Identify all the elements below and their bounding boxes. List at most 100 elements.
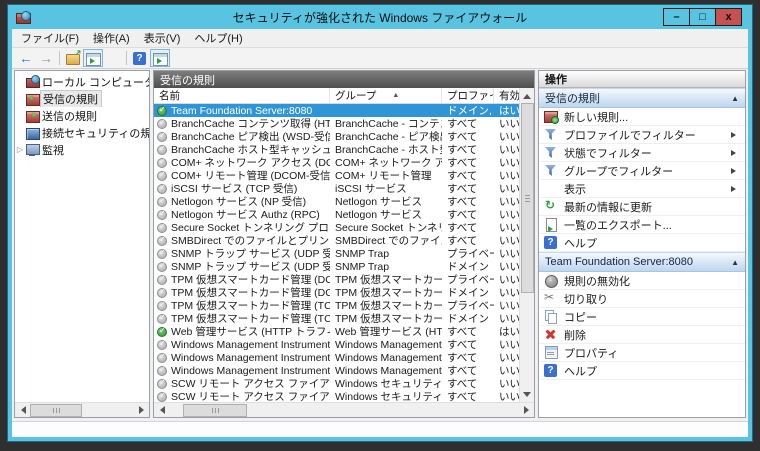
scrollbar-thumb[interactable] bbox=[30, 403, 82, 417]
action-item[interactable]: 規則の無効化 bbox=[539, 272, 745, 290]
toolbar-export-list-button[interactable] bbox=[103, 49, 123, 67]
scroll-left-icon bbox=[156, 406, 165, 414]
rule-disabled-icon bbox=[157, 274, 167, 285]
action-section-header[interactable]: 受信の規則 ▲ bbox=[539, 88, 745, 108]
console-tree-panel: ローカル コンピューター のセキュリテ 受信の規則送信の規則接続セキュリティの規… bbox=[14, 70, 150, 418]
rule-enabled-icon bbox=[157, 105, 167, 116]
toolbar-folder-up-button[interactable] bbox=[63, 49, 83, 67]
scroll-down-icon bbox=[523, 391, 531, 401]
scrollbar-thumb[interactable] bbox=[520, 103, 534, 293]
refresh-icon bbox=[544, 199, 558, 213]
tree-item-1[interactable]: 受信の規則 bbox=[15, 90, 149, 107]
action-item[interactable]: 切り取り bbox=[539, 290, 745, 308]
collapse-icon[interactable]: ▲ bbox=[731, 258, 739, 267]
menu-item-file[interactable]: ファイル(F) bbox=[14, 29, 86, 47]
action-item[interactable]: プロパティ bbox=[539, 344, 745, 362]
rule-enabled-icon bbox=[157, 326, 167, 337]
maximize-button[interactable]: □ bbox=[689, 8, 716, 26]
action-item[interactable]: ヘルプ bbox=[539, 362, 745, 380]
rule-group-cell: Web 管理サービス (HTTP) bbox=[335, 326, 442, 338]
scroll-right-button[interactable] bbox=[519, 403, 534, 418]
action-item[interactable]: 最新の情報に更新 bbox=[539, 198, 745, 216]
action-item[interactable]: 一覧のエクスポート... bbox=[539, 216, 745, 234]
action-item-label: グループでフィルター bbox=[564, 165, 674, 178]
scroll-right-button[interactable] bbox=[134, 403, 149, 418]
minimize-button[interactable]: – bbox=[663, 8, 690, 26]
rule-disabled-icon bbox=[157, 261, 167, 272]
close-button[interactable]: x bbox=[715, 8, 742, 26]
rule-disabled-icon bbox=[157, 391, 167, 402]
rule-name-cell: Windows Management Instrumentat... bbox=[154, 352, 330, 364]
export-list-icon bbox=[106, 52, 120, 65]
disable-rule-icon bbox=[544, 274, 558, 288]
scroll-left-button[interactable] bbox=[154, 403, 169, 418]
submenu-arrow-icon bbox=[731, 185, 739, 192]
console-tree-icon bbox=[86, 52, 101, 66]
collapse-icon[interactable]: ▲ bbox=[731, 94, 739, 103]
tree-item-label: 監視 bbox=[42, 144, 64, 157]
toolbar bbox=[12, 48, 748, 69]
toolbar-action-pane-button[interactable] bbox=[150, 49, 170, 67]
filter-icon bbox=[544, 128, 558, 141]
list-vertical-scrollbar[interactable] bbox=[519, 88, 534, 402]
action-item[interactable]: 新しい規則... bbox=[539, 108, 745, 126]
rule-disabled-icon bbox=[157, 183, 167, 194]
menu-item-action[interactable]: 操作(A) bbox=[86, 29, 137, 47]
toolbar-console-tree-button[interactable] bbox=[83, 49, 103, 67]
scroll-left-button[interactable] bbox=[15, 403, 30, 418]
list-horizontal-scrollbar[interactable] bbox=[154, 402, 534, 417]
tree-item-3[interactable]: 接続セキュリティの規則 bbox=[15, 124, 149, 141]
action-item[interactable]: プロファイルでフィルター bbox=[539, 126, 745, 144]
rule-disabled-icon bbox=[157, 339, 167, 350]
column-header-profile[interactable]: プロファイル bbox=[442, 88, 494, 103]
rule-name-cell: SCW リモート アクセス ファイアウォール規則 -... bbox=[154, 389, 330, 402]
action-pane-icon bbox=[153, 52, 168, 66]
scroll-right-icon bbox=[523, 406, 533, 414]
action-item[interactable]: 状態でフィルター bbox=[539, 144, 745, 162]
toolbar-separator bbox=[126, 51, 127, 65]
rule-group-cell: SNMP Trap bbox=[335, 260, 390, 273]
inbound-rules-icon bbox=[25, 93, 40, 106]
toolbar-forward-button[interactable] bbox=[36, 49, 56, 67]
action-section-title: Team Foundation Server:8080 bbox=[545, 256, 693, 268]
action-item[interactable]: グループでフィルター bbox=[539, 162, 745, 180]
expand-icon[interactable]: ▷ bbox=[15, 145, 25, 154]
title-bar[interactable]: セキュリティが強化された Windows ファイアウォール – □ x bbox=[12, 5, 748, 29]
sort-ascending-icon: ▲ bbox=[392, 92, 400, 99]
actions-panel-title: 操作 bbox=[539, 71, 745, 88]
column-header-name[interactable]: 名前 bbox=[154, 88, 330, 103]
tree-item-2[interactable]: 送信の規則 bbox=[15, 107, 149, 124]
scroll-down-button[interactable] bbox=[520, 387, 535, 402]
action-section-header[interactable]: Team Foundation Server:8080 ▲ bbox=[539, 252, 745, 272]
action-item-label: 規則の無効化 bbox=[564, 275, 630, 288]
column-header-enabled[interactable]: 有効 bbox=[494, 88, 519, 103]
action-item-label: 新しい規則... bbox=[564, 111, 629, 124]
column-header-group[interactable]: グループ ▲ bbox=[330, 88, 442, 103]
tree-horizontal-scrollbar[interactable] bbox=[15, 402, 149, 417]
toolbar-back-button[interactable] bbox=[16, 49, 36, 67]
rule-name: Web 管理サービス (HTTP トラフィック) bbox=[171, 326, 330, 338]
scroll-left-icon bbox=[17, 406, 26, 414]
actions-panel: 操作 受信の規則 ▲ 新しい規則... プロファイルでフィルター 状態でフィルターグルー… bbox=[538, 70, 746, 418]
toolbar-help-button[interactable] bbox=[130, 49, 150, 67]
submenu-arrow-icon bbox=[731, 131, 739, 138]
tree-item-4[interactable]: ▷ 監視 bbox=[15, 141, 149, 158]
action-item[interactable]: 削除 bbox=[539, 326, 745, 344]
toolbar-separator bbox=[59, 51, 60, 65]
rule-name-cell: Web 管理サービス (HTTP トラフィック) bbox=[154, 324, 330, 339]
rule-disabled-icon bbox=[157, 157, 167, 168]
rule-name-cell: Windows Management Instrumentat... bbox=[154, 339, 330, 351]
tree-root-node[interactable]: ローカル コンピューター のセキュリテ bbox=[15, 73, 149, 90]
menu-item-help[interactable]: ヘルプ(H) bbox=[187, 29, 249, 47]
menu-item-view[interactable]: 表示(V) bbox=[137, 29, 188, 47]
action-item[interactable]: コピー bbox=[539, 308, 745, 326]
submenu-arrow-icon bbox=[731, 149, 739, 156]
rule-group-cell: SMBDirect でのファイルとプリ... bbox=[335, 235, 442, 247]
action-item[interactable]: 表示 bbox=[539, 180, 745, 198]
action-item[interactable]: ヘルプ bbox=[539, 234, 745, 252]
scrollbar-thumb[interactable] bbox=[183, 403, 247, 417]
scroll-up-button[interactable] bbox=[520, 88, 535, 103]
table-row[interactable]: SCW リモート アクセス ファイアウォール規則 -... Windows セキュ… bbox=[154, 390, 519, 402]
rule-name-cell: Windows Management Instrumentat... bbox=[154, 365, 330, 377]
rule-name: SCW リモート アクセス ファイアウォール規則 -... bbox=[171, 391, 330, 402]
